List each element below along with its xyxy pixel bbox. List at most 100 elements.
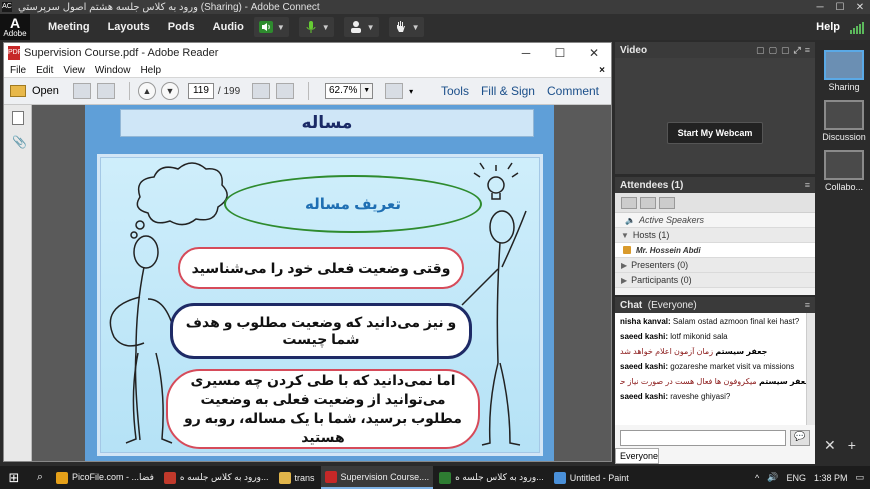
pod-icon-2[interactable]: ▢ xyxy=(769,45,778,56)
pod-menu-icon[interactable]: ≡ xyxy=(805,300,810,310)
host-entry[interactable]: Mr. Hossein Abdi xyxy=(615,243,815,258)
layout-tools-icon[interactable]: ✕ xyxy=(824,437,836,454)
create-pdf-icon[interactable] xyxy=(72,83,91,99)
search-icon[interactable]: ⌕ xyxy=(28,471,52,484)
taskbar-app-active[interactable]: Supervision Course.... xyxy=(320,466,434,489)
doc-close-icon[interactable]: × xyxy=(599,65,605,76)
chat-messages: nisha kanval: Salam ostad azmoon final k… xyxy=(615,313,815,425)
menu-help[interactable]: Help xyxy=(816,21,840,33)
list-view-icon[interactable] xyxy=(621,196,637,209)
acrobat-app-icon xyxy=(324,470,337,483)
maximize-icon[interactable]: ☐ xyxy=(830,2,850,13)
participants-group[interactable]: ▶ Participants (0) xyxy=(615,273,815,288)
video-pod-header: Video ▢ ▢ ▢ ⤢ ≡ xyxy=(615,42,815,58)
pod-menu-icon[interactable]: ≡ xyxy=(805,180,810,190)
system-tray: ^ 🔊 ENG 1:38 PM ▭ xyxy=(755,472,870,483)
select-tool-icon[interactable] xyxy=(252,83,271,99)
microphone-toggle[interactable]: ▼ xyxy=(298,17,334,37)
chevron-right-icon: ▶ xyxy=(621,260,628,270)
navigation-panel: 📎 xyxy=(4,105,32,461)
clock[interactable]: 1:38 PM xyxy=(814,473,848,483)
comment-link[interactable]: Comment xyxy=(547,84,599,98)
windows-start-icon[interactable]: ⊞ xyxy=(0,470,28,486)
taskbar-app[interactable]: trans xyxy=(275,466,319,489)
close-icon[interactable]: ✕ xyxy=(850,2,870,13)
pod-menu-icon[interactable]: ≡ xyxy=(805,45,810,56)
chevron-down-icon[interactable]: ▼ xyxy=(367,23,375,32)
menu-help-reader[interactable]: Help xyxy=(140,65,161,76)
pod-icon-3[interactable]: ▢ xyxy=(781,45,790,56)
tools-link[interactable]: Tools xyxy=(441,84,469,98)
next-page-icon[interactable]: ▼ xyxy=(160,82,179,100)
menu-meeting[interactable]: Meeting xyxy=(48,21,90,33)
layout-discussion-label: Discussion xyxy=(822,132,866,142)
status-view-icon[interactable] xyxy=(659,196,675,209)
reader-minimize-icon[interactable]: ─ xyxy=(509,46,543,60)
fill-sign-link[interactable]: Fill & Sign xyxy=(481,84,535,98)
reader-titlebar: PDF Supervision Course.pdf - Adobe Reade… xyxy=(4,43,611,63)
menu-edit[interactable]: Edit xyxy=(36,65,53,76)
connection-signal-icon xyxy=(850,20,864,34)
zoom-input[interactable]: 62.7% xyxy=(325,83,362,99)
reader-close-icon[interactable]: ✕ xyxy=(577,46,611,60)
grid-view-icon[interactable] xyxy=(640,196,656,209)
add-layout-icon[interactable]: + xyxy=(848,437,856,454)
chat-scrollbar[interactable] xyxy=(806,313,815,425)
fullscreen-icon[interactable]: ⤢ xyxy=(794,45,801,56)
hosts-group[interactable]: ▼ Hosts (1) xyxy=(615,228,815,243)
speaker-small-icon: 🔈 xyxy=(625,215,635,225)
chat-message: saeed kashi: raveshe ghiyasi? xyxy=(620,392,731,401)
notifications-icon[interactable]: ▭ xyxy=(855,472,864,483)
taskbar-app[interactable]: PicoFile.com - ...فضا xyxy=(52,466,158,489)
layout-sharing-thumb[interactable] xyxy=(824,50,864,80)
menu-layouts[interactable]: Layouts xyxy=(108,21,150,33)
menu-view[interactable]: View xyxy=(63,65,85,76)
minimize-icon[interactable]: ─ xyxy=(810,2,830,13)
hand-icon xyxy=(396,21,405,32)
raise-hand-toggle[interactable]: ▼ xyxy=(388,17,424,37)
language-indicator[interactable]: ENG xyxy=(786,473,806,483)
adobe-connect-icon: AC xyxy=(2,2,12,12)
layout-collaboration-thumb[interactable] xyxy=(824,150,864,180)
pod-icon-1[interactable]: ▢ xyxy=(756,45,765,56)
browser-icon xyxy=(56,471,68,484)
taskbar-app[interactable]: ورود به کلاس جلسه ه... xyxy=(160,466,273,489)
start-webcam-button[interactable]: Start My Webcam xyxy=(667,122,763,144)
attendees-pod-header: Attendees (1) ≡ xyxy=(615,177,815,193)
layout-sharing-label: Sharing xyxy=(828,82,860,92)
chevron-down-icon[interactable]: ▼ xyxy=(322,23,330,32)
taskbar-app[interactable]: Untitled - Paint xyxy=(550,466,633,489)
chat-tab-everyone[interactable]: Everyone xyxy=(615,448,659,464)
prev-page-icon[interactable]: ▲ xyxy=(137,82,156,100)
chevron-down-icon[interactable]: ▼ xyxy=(277,23,285,32)
hand-tool-icon[interactable] xyxy=(276,83,295,99)
presenters-group[interactable]: ▶ Presenters (0) xyxy=(615,258,815,273)
tray-chevron-icon[interactable]: ^ xyxy=(755,473,759,483)
layout-discussion-thumb[interactable] xyxy=(824,100,864,130)
status-toggle[interactable]: ▼ xyxy=(343,17,379,37)
window-titlebar: AC ورود به کلاس جلسه هشتم اصول سرپرستي (… xyxy=(0,0,870,14)
print-icon[interactable] xyxy=(96,83,115,99)
reader-maximize-icon[interactable]: ☐ xyxy=(543,46,577,60)
attachment-icon[interactable]: 📎 xyxy=(12,135,27,149)
reader-menubar: File Edit View Window Help × xyxy=(4,63,611,77)
open-button[interactable]: Open xyxy=(10,85,59,97)
excel-app-icon xyxy=(439,471,452,484)
chat-input[interactable] xyxy=(620,430,786,446)
fit-page-icon[interactable] xyxy=(385,83,404,99)
menu-file[interactable]: File xyxy=(10,65,26,76)
pages-icon[interactable] xyxy=(12,111,24,125)
speaker-toggle[interactable]: ▼ xyxy=(253,17,289,37)
chevron-down-icon[interactable]: ▼ xyxy=(412,23,420,32)
volume-icon[interactable]: 🔊 xyxy=(767,472,778,483)
taskbar-app[interactable]: ورود به کلاس جلسه ه... xyxy=(435,466,548,489)
toolbar-more-icon[interactable]: ▾ xyxy=(409,87,413,96)
menu-pods[interactable]: Pods xyxy=(168,21,195,33)
zoom-dropdown-icon[interactable]: ▼ xyxy=(361,83,374,99)
page-number-input[interactable]: 119 xyxy=(187,83,214,99)
slide-content: تعریف مساله وقتی وضعیت فعلی خود را می‌شن… xyxy=(97,154,543,456)
menu-audio[interactable]: Audio xyxy=(213,21,244,33)
menu-window[interactable]: Window xyxy=(95,65,131,76)
chat-message: saeed kashi: lotf mikonid sala xyxy=(620,332,728,341)
send-message-icon[interactable]: 💬 xyxy=(790,430,810,446)
